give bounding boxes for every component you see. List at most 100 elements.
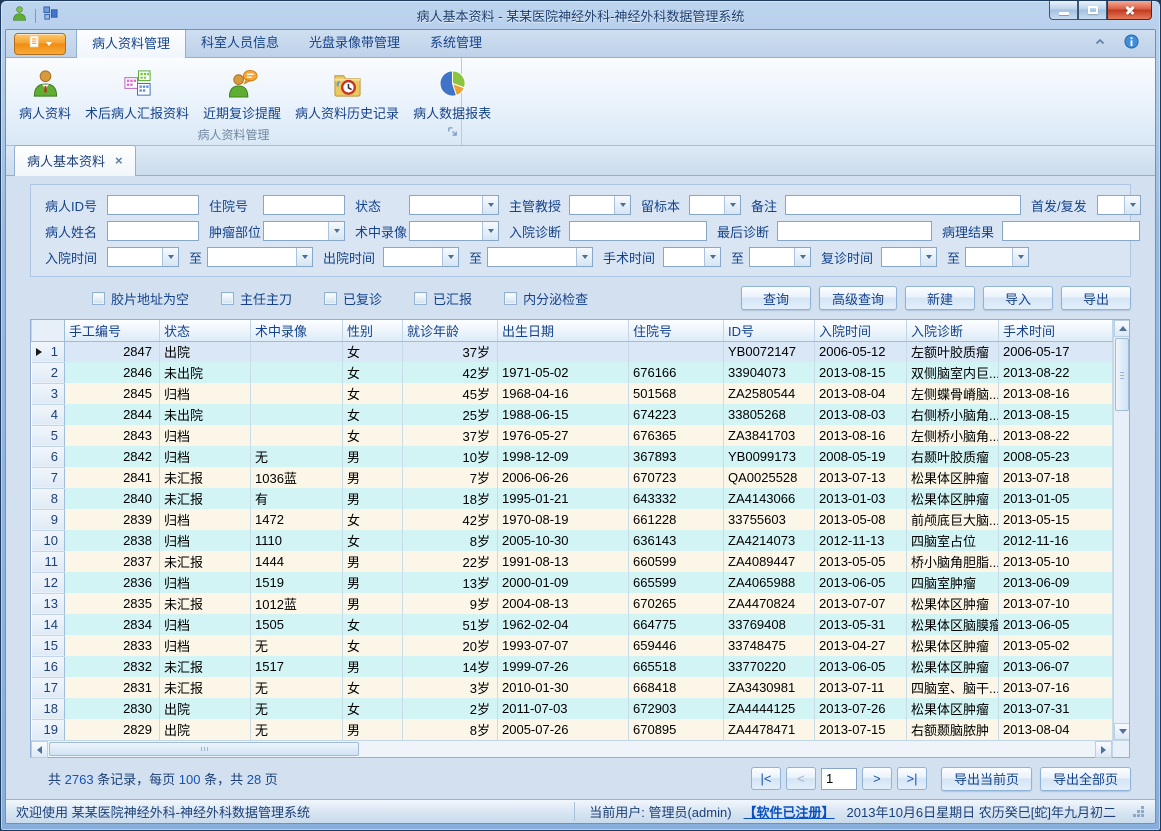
patient-history-record-button[interactable]: 病人资料历史记录	[288, 63, 406, 124]
row-header[interactable]: 15	[32, 635, 65, 656]
grid-cell[interactable]: 2845	[65, 383, 160, 404]
grid-cell[interactable]: 1988-06-15	[498, 404, 629, 425]
status-combo[interactable]	[409, 195, 499, 215]
grid-cell[interactable]: 2013-08-03	[815, 404, 907, 425]
grid-cell[interactable]: 33904073	[724, 362, 815, 383]
grid-row[interactable]: 72841未汇报1036蓝男7岁2006-06-26670723QA002552…	[32, 467, 1113, 488]
grid-cell[interactable]: 2011-07-03	[498, 698, 629, 719]
grid-cell[interactable]: 2013-07-10	[999, 593, 1113, 614]
grid-cell[interactable]: 男	[343, 572, 403, 593]
first-or-relapse-combo-arrow[interactable]	[1124, 196, 1140, 214]
grid-cell[interactable]: 女	[343, 404, 403, 425]
grid-cell[interactable]: 2013-07-16	[999, 677, 1113, 698]
column-header-10[interactable]: 入院诊断	[907, 320, 999, 341]
grid-cell[interactable]: 2000-01-09	[498, 572, 629, 593]
grid-cell[interactable]: 501568	[629, 383, 724, 404]
grid-cell[interactable]: 2837	[65, 551, 160, 572]
grid-cell[interactable]: 前颅底巨大脑...	[907, 509, 999, 530]
grid-cell[interactable]: 1998-12-09	[498, 446, 629, 467]
grid-cell[interactable]: 2004-08-13	[498, 593, 629, 614]
grid-cell[interactable]: 2013-06-05	[815, 572, 907, 593]
grid-row[interactable]: 162832未汇报1517男14岁1999-07-266655183377022…	[32, 656, 1113, 677]
grid-cell[interactable]: 2838	[65, 530, 160, 551]
specimen-kept-combo[interactable]	[689, 195, 741, 215]
grid-cell[interactable]: 643332	[629, 488, 724, 509]
grid-cell[interactable]: 670723	[629, 467, 724, 488]
grid-row[interactable]: 132835未汇报1012蓝男9岁2004-08-13670265ZA44708…	[32, 593, 1113, 614]
query-button[interactable]: 查询	[741, 286, 811, 310]
grid-cell[interactable]: 男	[343, 551, 403, 572]
column-header-3[interactable]: 术中录像	[251, 320, 343, 341]
application-menu-button[interactable]	[14, 33, 66, 55]
grid-cell[interactable]: 37岁	[403, 341, 498, 362]
grid-cell[interactable]: 四脑室肿瘤	[907, 572, 999, 593]
column-header-4[interactable]: 性别	[343, 320, 403, 341]
grid-cell[interactable]: 661228	[629, 509, 724, 530]
grid-cell[interactable]: 松果体区肿瘤	[907, 635, 999, 656]
grid-cell[interactable]: 未出院	[160, 404, 251, 425]
grid-cell[interactable]: 有	[251, 488, 343, 509]
export-all-pages-button[interactable]: 导出全部页	[1040, 767, 1131, 791]
row-header[interactable]: 5	[32, 425, 65, 446]
grid-cell[interactable]: 右额颞脑脓肿	[907, 719, 999, 740]
column-header-7[interactable]: 住院号	[629, 320, 724, 341]
row-header[interactable]: 4	[32, 404, 65, 425]
column-header-8[interactable]: ID号	[724, 320, 815, 341]
grid-cell[interactable]: 2013-01-03	[815, 488, 907, 509]
horizontal-scroll-track[interactable]	[359, 741, 1095, 757]
collapse-ribbon-icon[interactable]	[1094, 35, 1106, 53]
grid-cell[interactable]: 2012-11-13	[815, 530, 907, 551]
row-header[interactable]: 9	[32, 509, 65, 530]
grid-row[interactable]: 152833归档无女20岁1993-07-0765944633748475201…	[32, 635, 1113, 656]
horizontal-scroll-thumb[interactable]	[49, 742, 359, 756]
grid-cell[interactable]: 松果体区肿瘤	[907, 593, 999, 614]
row-header[interactable]: 17	[32, 677, 65, 698]
patient-data-report-button[interactable]: 病人数据报表	[406, 63, 498, 124]
grid-cell[interactable]: 1993-07-07	[498, 635, 629, 656]
grid-cell[interactable]: 45岁	[403, 383, 498, 404]
discharge-date-to-combo[interactable]	[487, 247, 593, 267]
grid-cell[interactable]: 2013-05-31	[815, 614, 907, 635]
grid-cell[interactable]: 2013-08-22	[999, 362, 1113, 383]
grid-row[interactable]: 12847出院女37岁YB00721472006-05-12左额叶胶质瘤2006…	[32, 341, 1113, 362]
grid-cell[interactable]: 37岁	[403, 425, 498, 446]
grid-cell[interactable]: 女	[343, 698, 403, 719]
grid-cell[interactable]: 2013-07-11	[815, 677, 907, 698]
grid-cell[interactable]: 664775	[629, 614, 724, 635]
grid-cell[interactable]: 无	[251, 698, 343, 719]
inpatient-no-input[interactable]	[263, 195, 345, 215]
grid-cell[interactable]: 女	[343, 341, 403, 362]
surgery-date-to-combo-arrow[interactable]	[794, 248, 810, 266]
grid-cell[interactable]: 33769408	[724, 614, 815, 635]
grid-cell[interactable]: 1036蓝	[251, 467, 343, 488]
grid-cell[interactable]: 2013-06-05	[815, 656, 907, 677]
minimize-button[interactable]	[1049, 1, 1078, 20]
grid-cell[interactable]: 2830	[65, 698, 160, 719]
grid-cell[interactable]: 2833	[65, 635, 160, 656]
grid-cell[interactable]: 2013-08-22	[999, 425, 1113, 446]
grid-cell[interactable]: 1962-02-04	[498, 614, 629, 635]
grid-cell[interactable]: 双侧脑室内巨...	[907, 362, 999, 383]
grid-cell[interactable]: 2841	[65, 467, 160, 488]
grid-cell[interactable]: 2013-08-04	[999, 719, 1113, 740]
grid-cell[interactable]: 2840	[65, 488, 160, 509]
ribbon-tab-department-staff-info[interactable]: 科室人员信息	[186, 29, 294, 57]
grid-cell[interactable]: 2846	[65, 362, 160, 383]
grid-cell[interactable]: 2834	[65, 614, 160, 635]
surgery-date-from-combo[interactable]	[663, 247, 721, 267]
grid-cell[interactable]: 2006-06-26	[498, 467, 629, 488]
grid-cell[interactable]: 四脑室、脑干...	[907, 677, 999, 698]
grid-cell[interactable]: 2013-06-07	[999, 656, 1113, 677]
grid-cell[interactable]: 2836	[65, 572, 160, 593]
registered-link[interactable]: 【软件已注册】	[744, 802, 835, 821]
chief-professor-combo[interactable]	[569, 195, 631, 215]
revisit-date-to-combo-arrow[interactable]	[1012, 248, 1028, 266]
status-combo-arrow[interactable]	[482, 196, 498, 214]
vertical-scrollbar[interactable]	[1113, 320, 1129, 740]
grid-cell[interactable]: 桥小脑角胆脂...	[907, 551, 999, 572]
grid-cell[interactable]: 女	[343, 383, 403, 404]
grid-cell[interactable]: 松果体区肿瘤	[907, 488, 999, 509]
export-button[interactable]: 导出	[1061, 286, 1131, 310]
discharge-date-from-combo[interactable]	[383, 247, 459, 267]
row-header[interactable]: 1	[32, 341, 65, 362]
